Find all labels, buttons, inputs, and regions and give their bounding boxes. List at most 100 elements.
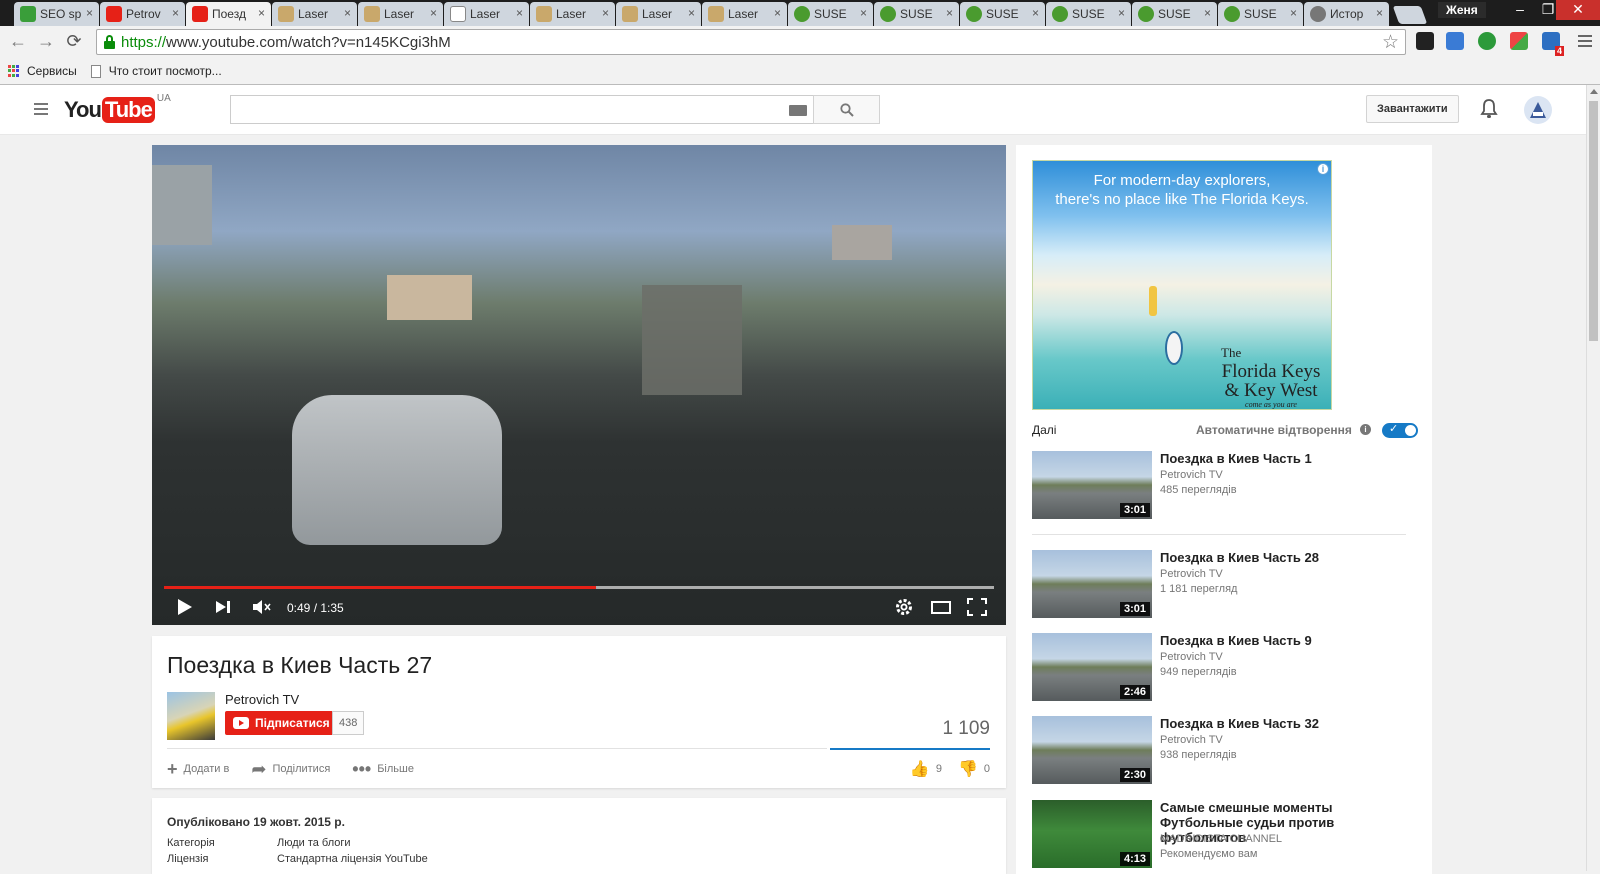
browser-tab[interactable]: Laser × — [444, 2, 529, 26]
browser-tab[interactable]: SUSE × — [874, 2, 959, 26]
bookmark-star-icon[interactable]: ☆ — [1382, 31, 1399, 54]
browser-tab[interactable]: Laser × — [358, 2, 443, 26]
tab-close-icon[interactable]: × — [860, 6, 867, 20]
tab-close-icon[interactable]: × — [172, 6, 179, 20]
browser-tab[interactable]: Laser × — [272, 2, 357, 26]
browser-tab[interactable]: SUSE × — [1218, 2, 1303, 26]
minimize-icon[interactable]: – — [1506, 0, 1534, 20]
new-tab-button[interactable] — [1392, 6, 1428, 24]
upload-button[interactable]: Завантажити — [1366, 95, 1459, 123]
browser-tab[interactable]: SUSE × — [1132, 2, 1217, 26]
extension-icon[interactable] — [1510, 32, 1528, 50]
bookmark-apps[interactable]: Сервисы — [8, 64, 77, 78]
video-title[interactable]: Поездка в Киев Часть 9 — [1160, 633, 1416, 648]
close-window-icon[interactable]: ✕ — [1556, 0, 1600, 20]
license-link[interactable]: Стандартна ліцензія YouTube — [277, 853, 428, 865]
extension-icon[interactable] — [1416, 32, 1434, 50]
tab-close-icon[interactable]: × — [430, 6, 437, 20]
channel-avatar[interactable] — [167, 692, 215, 740]
channel-name[interactable]: Petrovich TV — [225, 692, 299, 707]
video-thumbnail[interactable]: 3:01 — [1032, 550, 1152, 618]
browser-tab[interactable]: Истор × — [1304, 2, 1389, 26]
tab-close-icon[interactable]: × — [258, 6, 265, 20]
forward-icon[interactable]: → — [36, 32, 56, 52]
globe-extension-icon[interactable] — [1478, 32, 1496, 50]
view-count: 938 переглядів — [1160, 749, 1237, 761]
browser-tab[interactable]: Поезд × — [186, 2, 271, 26]
divider — [1032, 534, 1406, 535]
extension-icon[interactable] — [1446, 32, 1464, 50]
video-player[interactable]: 0:49 / 1:35 — [152, 145, 1006, 625]
reload-icon[interactable]: ⟳ — [64, 32, 84, 52]
more-button[interactable]: ••• Більше — [352, 759, 414, 780]
progress-bar[interactable] — [164, 586, 994, 589]
video-thumbnail[interactable]: 4:13 — [1032, 800, 1152, 868]
related-video[interactable]: 3:01 Поездка в Киев Часть 28 Petrovich T… — [1032, 550, 1416, 620]
browser-tab[interactable]: Laser × — [530, 2, 615, 26]
check-icon: ✓ — [1389, 423, 1399, 435]
next-icon[interactable] — [214, 597, 234, 620]
youtube-logo[interactable]: You Tube UA — [64, 93, 171, 123]
browser-tab[interactable]: Petrov × — [100, 2, 185, 26]
tab-close-icon[interactable]: × — [1290, 6, 1297, 20]
video-title[interactable]: Поездка в Киев Часть 32 — [1160, 716, 1416, 731]
extension-icon[interactable]: 4 — [1542, 32, 1564, 56]
page-scrollbar[interactable] — [1586, 85, 1600, 871]
browser-tab[interactable]: Laser × — [616, 2, 701, 26]
address-bar[interactable]: https://www.youtube.com/watch?v=n145KCgi… — [96, 29, 1406, 55]
scrollbar-thumb[interactable] — [1589, 101, 1598, 341]
thumbs-up-icon[interactable]: 👍 — [910, 759, 930, 779]
tab-close-icon[interactable]: × — [344, 6, 351, 20]
notifications-bell-icon[interactable] — [1480, 98, 1498, 123]
video-thumbnail[interactable]: 2:30 — [1032, 716, 1152, 784]
video-title[interactable]: Поездка в Киев Часть 1 — [1160, 451, 1416, 466]
tab-close-icon[interactable]: × — [1118, 6, 1125, 20]
browser-tab[interactable]: Laser × — [702, 2, 787, 26]
video-title[interactable]: Поездка в Киев Часть 28 — [1160, 550, 1416, 565]
play-icon[interactable] — [176, 597, 194, 620]
browser-tab[interactable]: SUSE × — [960, 2, 1045, 26]
tab-close-icon[interactable]: × — [516, 6, 523, 20]
account-avatar[interactable] — [1524, 96, 1552, 124]
thumbs-down-icon[interactable]: 👎 — [958, 759, 978, 779]
browser-tab[interactable]: SUSE × — [1046, 2, 1131, 26]
search-button[interactable] — [813, 95, 880, 124]
tab-close-icon[interactable]: × — [1376, 6, 1383, 20]
share-button[interactable]: ➦ Поділитися — [251, 759, 330, 780]
related-video[interactable]: 2:30 Поездка в Киев Часть 32 Petrovich T… — [1032, 716, 1416, 786]
tab-close-icon[interactable]: × — [86, 6, 93, 20]
search-input[interactable] — [230, 95, 814, 124]
video-thumbnail[interactable]: 3:01 — [1032, 451, 1152, 519]
subscribe-button[interactable]: Підписатися — [225, 711, 338, 735]
tab-close-icon[interactable]: × — [602, 6, 609, 20]
video-thumbnail[interactable]: 2:46 — [1032, 633, 1152, 701]
back-icon[interactable]: ← — [8, 32, 28, 52]
tab-close-icon[interactable]: × — [1204, 6, 1211, 20]
browser-menu-icon[interactable] — [1578, 35, 1592, 50]
url-text[interactable]: https://www.youtube.com/watch?v=n145KCgi… — [121, 34, 451, 51]
autoplay-info-icon[interactable]: i — [1360, 424, 1371, 435]
tab-close-icon[interactable]: × — [688, 6, 695, 20]
tab-close-icon[interactable]: × — [1032, 6, 1039, 20]
related-video[interactable]: 2:46 Поездка в Киев Часть 9 Petrovich TV… — [1032, 633, 1416, 703]
guide-menu-icon[interactable] — [34, 103, 48, 118]
theater-mode-icon[interactable] — [930, 597, 952, 620]
category-link[interactable]: Люди та блоги — [277, 837, 351, 849]
autoplay-toggle[interactable]: ✓ — [1382, 423, 1418, 438]
mute-icon[interactable] — [251, 597, 273, 620]
settings-gear-icon[interactable] — [894, 597, 914, 620]
bookmark-item[interactable]: Что стоит посмотр... — [90, 64, 222, 78]
add-to-button[interactable]: + Додати в — [167, 759, 229, 780]
tab-close-icon[interactable]: × — [774, 6, 781, 20]
profile-name[interactable]: Женя — [1438, 2, 1486, 18]
display-ad[interactable]: i For modern-day explorers, there's no p… — [1032, 160, 1332, 410]
video-frame[interactable] — [152, 145, 1006, 625]
scroll-up-icon[interactable] — [1590, 89, 1598, 94]
browser-tab[interactable]: SEO sp × — [14, 2, 99, 26]
up-next-video[interactable]: 3:01 Поездка в Киев Часть 1 Petrovich TV… — [1032, 451, 1416, 521]
keyboard-icon[interactable] — [789, 105, 807, 116]
browser-tab[interactable]: SUSE × — [788, 2, 873, 26]
tab-close-icon[interactable]: × — [946, 6, 953, 20]
related-video[interactable]: 4:13 Самые смешные моменты Футбольные су… — [1032, 800, 1416, 870]
fullscreen-icon[interactable] — [966, 597, 988, 620]
